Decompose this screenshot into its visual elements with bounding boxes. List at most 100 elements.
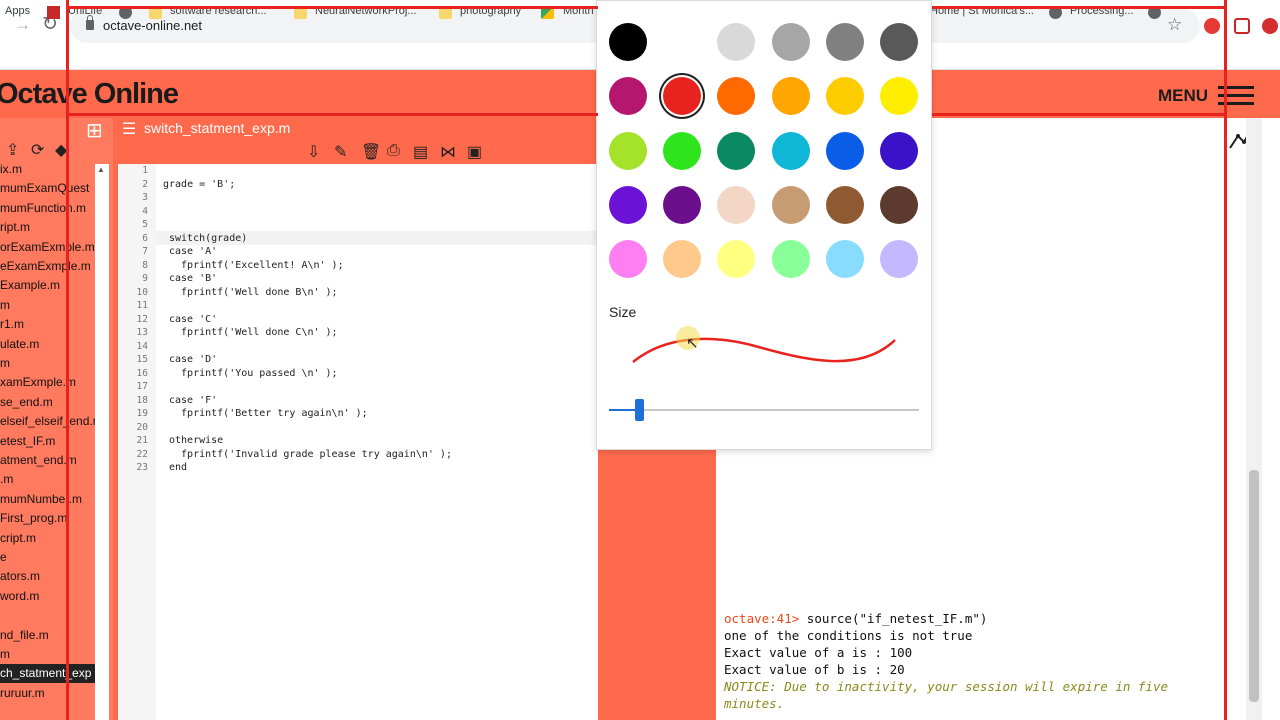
code-line[interactable]: case 'B' [169, 273, 217, 284]
code-line[interactable]: fprintf('Better try again\n' ); [169, 408, 368, 419]
color-swatch[interactable] [825, 77, 864, 116]
sidebar-file-item[interactable]: m [0, 354, 95, 373]
sidebar-file-item[interactable]: eExamExmple.m [0, 257, 95, 276]
color-swatch[interactable] [825, 131, 864, 170]
color-swatch[interactable] [663, 23, 702, 61]
sidebar-file-item[interactable]: etest_IF.m [0, 432, 95, 451]
sidebar-file-item[interactable]: word.m [0, 587, 95, 606]
share-icon[interactable]: ⋈ [440, 142, 456, 162]
sidebar-file-item[interactable]: r1.m [0, 315, 95, 334]
sidebar-file-item[interactable]: xamExmple.m [0, 373, 95, 392]
annotation-line [66, 0, 69, 720]
code-line[interactable]: grade = 'B'; [163, 179, 235, 190]
color-swatch[interactable] [609, 23, 647, 61]
code-line[interactable]: fprintf('Invalid grade please try again\… [169, 449, 452, 460]
color-swatch[interactable] [771, 185, 810, 224]
sidebar-file-item[interactable]: mumExamQuest [0, 179, 95, 198]
color-swatch[interactable] [771, 23, 810, 61]
size-label: Size [609, 304, 637, 320]
color-swatch[interactable] [663, 131, 702, 170]
sidebar-file-item[interactable]: Example.m [0, 276, 95, 295]
color-swatch[interactable] [880, 185, 918, 224]
sidebar-scrollbar[interactable] [95, 164, 109, 720]
line-number: 7 [142, 246, 148, 257]
sidebar-file-item[interactable]: ript.m [0, 218, 95, 237]
color-swatch[interactable] [609, 185, 647, 224]
sidebar-file-item[interactable]: orExamExmple.m [0, 238, 95, 257]
size-slider-track[interactable] [609, 409, 919, 411]
refresh-icon[interactable]: ⟳ [31, 140, 44, 160]
sidebar-file-item[interactable] [0, 606, 95, 625]
menu-button[interactable]: MENU [1158, 86, 1208, 106]
extension-icon[interactable] [1262, 18, 1278, 34]
bookmark-star-icon[interactable]: ☆ [1167, 15, 1182, 35]
forward-icon[interactable]: → [14, 15, 31, 35]
color-swatch[interactable] [663, 185, 702, 224]
extension-icon[interactable] [1234, 18, 1250, 34]
color-swatch[interactable] [717, 131, 756, 170]
sidebar-file-item[interactable]: se_end.m [0, 393, 95, 412]
new-file-icon[interactable]: ⊞ [86, 118, 103, 143]
sidebar-file-item[interactable]: First_prog.m [0, 509, 95, 528]
console-scroll-thumb[interactable] [1249, 470, 1259, 702]
color-swatch[interactable] [609, 131, 647, 170]
size-slider-thumb[interactable] [635, 399, 644, 421]
run-icon[interactable]: ▤ [413, 142, 428, 162]
line-number: 18 [136, 394, 148, 406]
sidebar-file-item[interactable]: m [0, 296, 95, 315]
sidebar-file-item[interactable]: mumNumber.m [0, 490, 95, 509]
color-swatch[interactable] [771, 131, 810, 170]
sidebar-file-item[interactable]: e [0, 548, 95, 567]
code-line[interactable]: otherwise [169, 435, 223, 446]
sidebar-file-item[interactable]: ix.m [0, 160, 95, 179]
delete-icon[interactable]: 🗑 [361, 142, 381, 162]
sidebar-file-item[interactable]: ch_statment_exp [0, 664, 95, 684]
color-swatch[interactable] [880, 240, 918, 279]
code-line[interactable]: fprintf('Well done B\n' ); [169, 287, 338, 298]
sidebar-file-item[interactable]: .m [0, 470, 95, 489]
bookmark-apps[interactable]: Apps [5, 5, 30, 17]
extension-icon[interactable] [1204, 18, 1220, 34]
color-swatch[interactable] [609, 240, 647, 279]
code-line[interactable]: case 'D' [169, 354, 217, 365]
color-swatch[interactable] [771, 77, 810, 116]
line-number: 9 [142, 273, 148, 284]
code-line[interactable]: end [169, 462, 187, 473]
sidebar-file-item[interactable]: ruruur.m [0, 684, 95, 703]
code-line[interactable]: case 'F' [169, 395, 217, 406]
save-icon[interactable]: ▣ [467, 142, 482, 162]
code-line[interactable]: switch(grade) [169, 233, 247, 244]
color-swatch[interactable] [825, 240, 864, 279]
code-line[interactable]: fprintf('Excellent! A\n' ); [169, 260, 344, 271]
sidebar-file-item[interactable]: elseif_elseif_end.m [0, 412, 95, 431]
code-line[interactable]: case 'C' [169, 314, 217, 325]
code-line[interactable]: fprintf('Well done C\n' ); [169, 327, 338, 338]
sidebar-file-item[interactable]: cript.m [0, 529, 95, 548]
annotation-line [932, 113, 1226, 116]
sidebar-file-item[interactable]: atment_end.m [0, 451, 95, 470]
list-icon[interactable]: ☰ [122, 119, 136, 139]
line-number: 3 [142, 192, 148, 203]
sidebar-file-item[interactable]: mumFunction.m [0, 199, 95, 218]
print-icon[interactable]: ⎙ [387, 142, 400, 160]
line-number: 11 [136, 300, 148, 311]
scroll-up-icon[interactable]: ▲ [97, 165, 105, 174]
edit-icon[interactable]: ✎ [334, 142, 347, 162]
sidebar-file-item[interactable]: ators.m [0, 567, 95, 586]
line-number: 1 [142, 165, 148, 176]
color-swatch[interactable] [880, 131, 918, 170]
url-text[interactable]: octave-online.net [103, 18, 202, 33]
editor-filename: switch_statment_exp.m [144, 120, 291, 136]
code-line[interactable]: case 'A' [169, 246, 217, 257]
color-swatch[interactable] [880, 23, 918, 61]
sidebar-file-item[interactable]: ulate.m [0, 335, 95, 354]
color-swatch[interactable] [825, 23, 864, 61]
code-line[interactable]: fprintf('You passed \n' ); [169, 368, 338, 379]
sidebar-file-item[interactable]: m [0, 645, 95, 664]
color-swatch[interactable] [771, 240, 810, 279]
download-icon[interactable]: ⇩ [307, 142, 320, 162]
app-logo[interactable]: Octave Online [0, 78, 179, 111]
sidebar-file-item[interactable]: nd_file.m [0, 626, 95, 645]
upload-icon[interactable]: ⇪ [6, 140, 19, 160]
color-swatch[interactable] [825, 185, 864, 224]
